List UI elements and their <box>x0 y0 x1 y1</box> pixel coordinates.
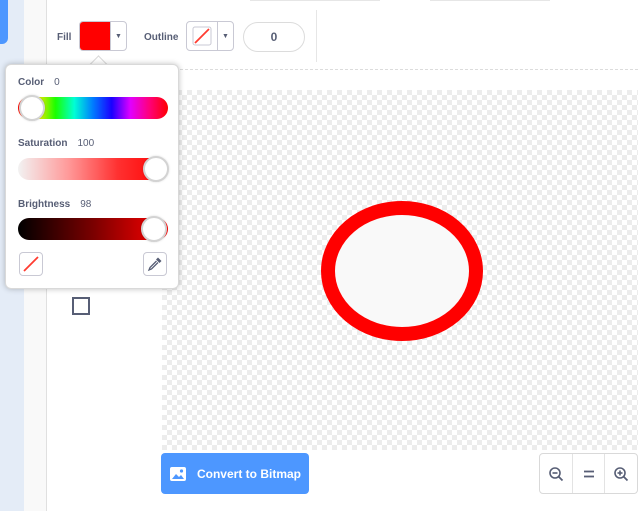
fill-color-button[interactable]: ▼ <box>79 21 127 51</box>
top-divider <box>430 0 550 4</box>
convert-to-bitmap-button[interactable]: Convert to Bitmap <box>161 453 309 494</box>
outline-width-input[interactable]: 0 <box>243 22 305 52</box>
red-ellipse-shape[interactable] <box>321 201 483 341</box>
outline-label: Outline <box>144 32 179 43</box>
eyedropper-icon <box>147 257 162 272</box>
color-picker-popover: Color 0 Saturation 100 Brightness 98 <box>5 64 179 289</box>
eyedropper-button[interactable] <box>143 252 167 276</box>
brightness-slider-value: 98 <box>80 199 92 210</box>
zoom-reset-icon <box>583 470 594 477</box>
rectangle-tool-icon[interactable] <box>70 295 92 317</box>
zoom-out-icon <box>549 466 563 481</box>
active-tab-indicator <box>0 0 8 44</box>
saturation-slider-label: Saturation 100 <box>18 138 95 149</box>
saturation-slider-value: 100 <box>77 138 95 149</box>
zoom-in-button[interactable] <box>605 454 637 493</box>
image-icon <box>169 466 186 481</box>
toolbar-dashed-divider <box>160 69 638 70</box>
no-color-icon <box>23 256 39 272</box>
zoom-in-icon <box>614 466 629 481</box>
top-divider <box>250 0 380 4</box>
fill-dropdown-caret-icon[interactable]: ▼ <box>110 22 126 50</box>
toolbar-separator <box>316 10 317 62</box>
zoom-reset-button[interactable] <box>573 454 606 493</box>
zoom-controls <box>539 453 638 494</box>
fill-label: Fill <box>57 32 72 43</box>
drawing-canvas[interactable] <box>162 90 638 450</box>
convert-to-bitmap-label: Convert to Bitmap <box>196 466 301 481</box>
no-color-button[interactable] <box>19 252 43 276</box>
outline-color-button[interactable]: ▼ <box>186 21 234 51</box>
brightness-slider-label: Brightness 98 <box>18 199 92 210</box>
fill-color-swatch[interactable] <box>80 22 110 50</box>
outline-none-swatch-icon[interactable] <box>187 22 217 50</box>
color-slider-label: Color 0 <box>18 77 60 88</box>
saturation-slider-thumb[interactable] <box>143 156 169 182</box>
canvas-shape-layer <box>321 201 483 341</box>
brightness-slider-thumb[interactable] <box>140 216 167 242</box>
outline-dropdown-caret-icon[interactable]: ▼ <box>217 22 233 50</box>
color-slider-value: 0 <box>54 77 60 88</box>
color-slider-thumb[interactable] <box>19 95 45 121</box>
zoom-out-button[interactable] <box>540 454 573 493</box>
